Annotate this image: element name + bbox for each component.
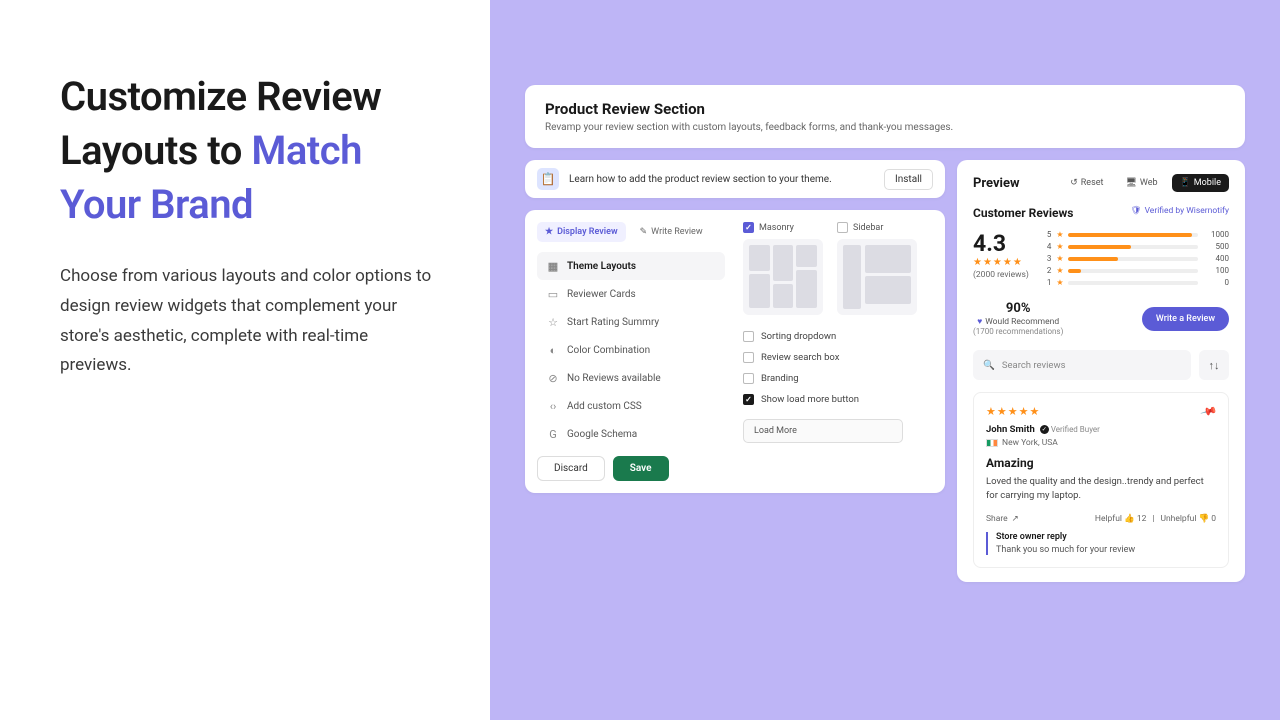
layout-option-sidebar[interactable]: Sidebar (837, 222, 917, 315)
flag-icon (986, 439, 998, 447)
reset-button[interactable]: ↺Reset (1062, 174, 1111, 192)
search-icon: 🔍 (983, 360, 995, 371)
desktop-icon: 🖥 (1125, 178, 1136, 188)
store-reply: Store owner reply Thank you so much for … (986, 532, 1216, 555)
sidebar-item-schema[interactable]: GGoogle Schema (537, 420, 725, 448)
section-desc: Revamp your review section with custom l… (545, 122, 1225, 133)
layout-icon: ▦ (547, 260, 559, 272)
recommend-stat: 90% ♥Would Recommend (1700 recommendatio… (973, 301, 1063, 336)
review-item: ★★★★★ 📌 John Smith ✓Verified Buyer New Y… (973, 392, 1229, 568)
masonry-preview (743, 239, 823, 315)
sidebar-item-reviewer-cards[interactable]: ▭Reviewer Cards (537, 280, 725, 308)
save-button[interactable]: Save (613, 456, 669, 481)
option-loadmore[interactable]: Show load more button (743, 394, 933, 405)
sort-button[interactable]: ↑↓ (1199, 350, 1229, 380)
settings-panel: ★Display Review ✎Write Review ▦Theme Lay… (525, 210, 945, 493)
option-search[interactable]: Review search box (743, 352, 933, 363)
settings-sidebar: ★Display Review ✎Write Review ▦Theme Lay… (537, 222, 725, 481)
helpful-button[interactable]: Helpful 👍 12 (1095, 514, 1147, 524)
review-body: Loved the quality and the design..trendy… (986, 475, 1216, 504)
empty-icon: ⊘ (547, 372, 559, 384)
thumbs-down-icon: 👎 (1199, 514, 1210, 524)
review-author: John Smith ✓Verified Buyer (986, 424, 1216, 435)
reset-icon: ↺ (1070, 178, 1078, 188)
hero-subtitle: Choose from various layouts and color op… (60, 262, 435, 381)
review-title: Amazing (986, 456, 1216, 470)
mobile-toggle[interactable]: 📱Mobile (1172, 174, 1229, 192)
card-icon: ▭ (547, 288, 559, 300)
check-icon: ✓ (1040, 425, 1049, 434)
hero-headline: Customize Review Layouts to Match Your B… (60, 70, 435, 232)
learn-text: Learn how to add the product review sect… (569, 174, 874, 185)
unhelpful-button[interactable]: Unhelpful 👎 0 (1160, 514, 1216, 524)
review-location: New York, USA (986, 438, 1216, 448)
discard-button[interactable]: Discard (537, 456, 605, 481)
sidebar-item-css[interactable]: ‹›Add custom CSS (537, 392, 725, 420)
layout-option-masonry[interactable]: Masonry (743, 222, 823, 315)
sidebar-preview (837, 239, 917, 315)
rating-summary: 4.3 ★★★★★ (2000 reviews) (973, 230, 1029, 280)
loadmore-input[interactable] (743, 419, 903, 443)
pin-icon[interactable]: 📌 (1200, 402, 1218, 420)
customer-reviews-title: Customer Reviews (973, 206, 1073, 220)
write-review-button[interactable]: Write a Review (1142, 307, 1229, 331)
mobile-icon: 📱 (1180, 178, 1191, 188)
tab-display-review[interactable]: ★Display Review (537, 222, 626, 242)
hero-pane: Customize Review Layouts to Match Your B… (0, 0, 490, 720)
app-pane: Product Review Section Revamp your revie… (490, 0, 1280, 720)
learn-icon: 📋 (537, 168, 559, 190)
sort-icon: ↑↓ (1209, 359, 1220, 372)
web-toggle[interactable]: 🖥Web (1117, 174, 1165, 192)
preview-title: Preview (973, 176, 1020, 191)
stars-icon: ★★★★★ (973, 257, 1029, 268)
section-title: Product Review Section (545, 100, 1225, 118)
review-stars-icon: ★★★★★ (986, 405, 1040, 418)
tab-write-review[interactable]: ✎Write Review (632, 222, 711, 242)
checkbox-sidebar[interactable] (837, 222, 848, 233)
sidebar-item-theme-layouts[interactable]: ▦Theme Layouts (537, 252, 725, 280)
google-icon: G (547, 428, 559, 440)
option-sorting[interactable]: Sorting dropdown (743, 331, 933, 342)
palette-icon: ◐ (547, 344, 559, 356)
learn-bar: 📋 Learn how to add the product review se… (525, 160, 945, 198)
star-icon: ☆ (547, 316, 559, 328)
sidebar-item-no-reviews[interactable]: ⊘No Reviews available (537, 364, 725, 392)
sidebar-item-star-rating[interactable]: ☆Start Rating Summry (537, 308, 725, 336)
option-branding[interactable]: Branding (743, 373, 933, 384)
pen-icon: ✎ (640, 227, 648, 237)
checkbox-masonry[interactable] (743, 222, 754, 233)
install-button[interactable]: Install (884, 169, 933, 190)
star-icon: ★ (545, 227, 553, 237)
section-header: Product Review Section Revamp your revie… (525, 85, 1245, 148)
sidebar-item-color[interactable]: ◐Color Combination (537, 336, 725, 364)
preview-panel: Preview ↺Reset 🖥Web 📱Mobile Customer Rev… (957, 160, 1245, 582)
config-area: Masonry Sidebar (725, 222, 933, 481)
share-button[interactable]: Share↗ (986, 514, 1019, 524)
heart-icon: ♥ (977, 316, 982, 327)
rating-bars: 5★10004★5003★4002★1001★0 (1047, 230, 1229, 287)
search-input[interactable]: 🔍Search reviews (973, 350, 1191, 380)
code-icon: ‹› (547, 400, 559, 412)
verified-badge: 🛡Verified by Wisernotify (1131, 206, 1229, 216)
share-icon: ↗ (1012, 514, 1019, 524)
thumbs-up-icon: 👍 (1124, 514, 1135, 524)
shield-icon: 🛡 (1131, 206, 1142, 216)
